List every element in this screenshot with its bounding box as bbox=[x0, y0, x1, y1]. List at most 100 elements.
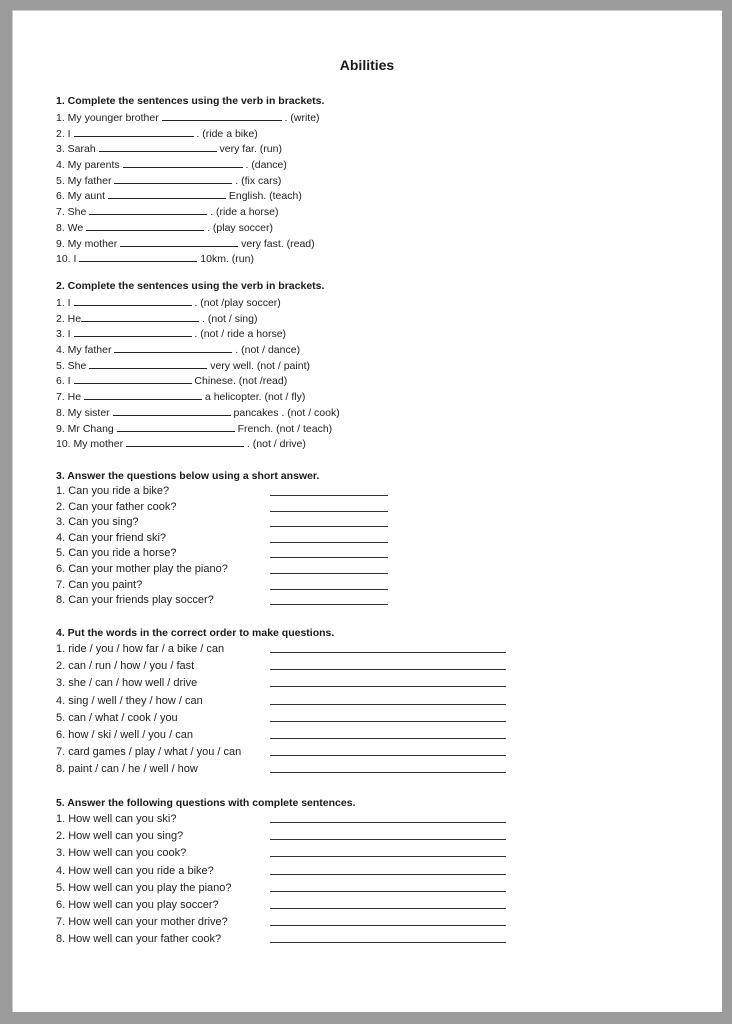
answer-line[interactable] bbox=[270, 744, 506, 757]
answer-line[interactable] bbox=[270, 641, 506, 653]
question-item: 6. Can your mother play the piano? bbox=[56, 562, 388, 578]
answer-line[interactable] bbox=[270, 880, 506, 892]
answer-blank[interactable] bbox=[89, 203, 208, 216]
answer-line[interactable] bbox=[270, 484, 388, 496]
exercise-item: 3. I . (not / ride a horse) bbox=[56, 325, 340, 341]
answer-blank[interactable] bbox=[107, 187, 226, 200]
section-2: 2. Complete the sentences using the verb… bbox=[56, 278, 340, 451]
question-item: 1. Can you ride a bike? bbox=[56, 484, 388, 500]
exercise-item: 1. I . (not /play soccer) bbox=[56, 294, 340, 310]
question-item: 1. How well can you ski? bbox=[56, 811, 506, 828]
question-item: 7. card games / play / what / you / can bbox=[56, 744, 506, 761]
question-item: 3. she / can / how well / drive bbox=[56, 675, 506, 692]
exercise-item: 8. My sister pancakes . (not / cook) bbox=[56, 404, 340, 420]
question-item: 6. how / ski / well / you / can bbox=[56, 727, 506, 744]
exercise-item: 6. I Chinese. (not /read) bbox=[56, 372, 340, 388]
exercise-item: 10. My mother . (not / drive) bbox=[56, 435, 340, 451]
exercise-item: 1. My younger brother . (write) bbox=[56, 109, 324, 125]
answer-blank[interactable] bbox=[79, 250, 198, 263]
section-heading: 1. Complete the sentences using the verb… bbox=[56, 95, 325, 107]
exercise-item: 5. My father . (fix cars) bbox=[56, 172, 324, 188]
question-item: 2. How well can you sing? bbox=[56, 828, 506, 845]
question-item: 5. Can you ride a horse? bbox=[56, 546, 388, 562]
answer-blank[interactable] bbox=[114, 172, 233, 184]
answer-line[interactable] bbox=[270, 693, 506, 705]
exercise-item: 7. He a helicopter. (not / fly) bbox=[56, 388, 340, 404]
section-1: 1. Complete the sentences using the verb… bbox=[56, 93, 324, 266]
answer-line[interactable] bbox=[270, 562, 388, 574]
answer-blank[interactable] bbox=[84, 388, 203, 401]
section-4: 4. Put the words in the correct order to… bbox=[56, 625, 506, 779]
answer-line[interactable] bbox=[270, 675, 506, 688]
answer-line[interactable] bbox=[270, 658, 506, 671]
answer-blank[interactable] bbox=[122, 156, 243, 169]
exercise-item: 10. I 10km. (run) bbox=[56, 250, 324, 266]
answer-blank[interactable] bbox=[120, 235, 239, 247]
question-item: 2. Can your father cook? bbox=[56, 500, 388, 516]
answer-blank[interactable] bbox=[98, 140, 217, 153]
page-title: Abilities bbox=[339, 57, 395, 73]
answer-line[interactable] bbox=[270, 710, 506, 722]
answer-line[interactable] bbox=[270, 531, 388, 543]
question-item: 7. Can you paint? bbox=[56, 578, 388, 594]
section-heading: 5. Answer the following questions with c… bbox=[56, 797, 356, 809]
exercise-item: 8. We . (play soccer) bbox=[56, 219, 324, 235]
exercise-item: 2. He . (not / sing) bbox=[56, 310, 340, 326]
exercise-item: 5. She very well. (not / paint) bbox=[56, 357, 340, 373]
answer-line[interactable] bbox=[270, 811, 506, 823]
question-item: 7. How well can your mother drive? bbox=[56, 914, 506, 931]
section-heading: 2. Complete the sentences using the verb… bbox=[56, 280, 325, 292]
section-heading: 3. Answer the questions below using a sh… bbox=[56, 470, 320, 482]
answer-blank[interactable] bbox=[161, 109, 282, 121]
exercise-item: 9. My mother very fast. (read) bbox=[56, 235, 324, 251]
answer-line[interactable] bbox=[270, 897, 506, 909]
answer-blank[interactable] bbox=[89, 357, 208, 369]
question-item: 3. How well can you cook? bbox=[56, 845, 506, 862]
question-item: 1. ride / you / how far / a bike / can bbox=[56, 641, 506, 658]
answer-blank[interactable] bbox=[73, 325, 192, 338]
answer-blank[interactable] bbox=[114, 341, 233, 354]
answer-blank[interactable] bbox=[73, 294, 192, 306]
answer-line[interactable] bbox=[270, 578, 388, 590]
section-3: 3. Answer the questions below using a sh… bbox=[56, 468, 388, 609]
question-item: 5. can / what / cook / you bbox=[56, 710, 506, 727]
question-item: 8. Can your friends play soccer? bbox=[56, 593, 388, 609]
question-item: 3. Can you sing? bbox=[56, 515, 388, 531]
exercise-item: 3. Sarah very far. (run) bbox=[56, 140, 324, 156]
answer-blank[interactable] bbox=[81, 310, 200, 322]
answer-blank[interactable] bbox=[86, 219, 205, 231]
answer-line[interactable] bbox=[270, 845, 506, 858]
exercise-item: 2. I . (ride a bike) bbox=[56, 125, 324, 141]
worksheet-page: Abilities 1. Complete the sentences usin… bbox=[12, 10, 722, 1012]
answer-line[interactable] bbox=[270, 863, 506, 875]
answer-line[interactable] bbox=[270, 727, 506, 739]
exercise-item: 7. She . (ride a horse) bbox=[56, 203, 324, 219]
question-item: 6. How well can you play soccer? bbox=[56, 897, 506, 914]
exercise-item: 4. My father . (not / dance) bbox=[56, 341, 340, 357]
answer-blank[interactable] bbox=[73, 125, 194, 137]
exercise-item: 6. My aunt English. (teach) bbox=[56, 187, 324, 203]
question-item: 8. paint / can / he / well / how bbox=[56, 761, 506, 778]
exercise-item: 4. My parents . (dance) bbox=[56, 156, 324, 172]
section-5: 5. Answer the following questions with c… bbox=[56, 795, 506, 949]
section-heading: 4. Put the words in the correct order to… bbox=[56, 627, 335, 639]
answer-line[interactable] bbox=[270, 931, 506, 944]
answer-line[interactable] bbox=[270, 761, 506, 774]
question-item: 4. Can your friend ski? bbox=[56, 531, 388, 547]
answer-line[interactable] bbox=[270, 593, 388, 606]
question-item: 2. can / run / how / you / fast bbox=[56, 658, 506, 675]
answer-line[interactable] bbox=[270, 828, 506, 841]
question-item: 8. How well can your father cook? bbox=[56, 931, 506, 948]
question-item: 5. How well can you play the piano? bbox=[56, 880, 506, 897]
answer-blank[interactable] bbox=[116, 420, 235, 432]
question-item: 4. sing / well / they / how / can bbox=[56, 693, 506, 710]
exercise-item: 9. Mr Chang French. (not / teach) bbox=[56, 420, 340, 436]
question-item: 4. How well can you ride a bike? bbox=[56, 863, 506, 880]
answer-line[interactable] bbox=[270, 515, 388, 528]
answer-line[interactable] bbox=[270, 914, 506, 927]
answer-line[interactable] bbox=[270, 500, 388, 512]
answer-blank[interactable] bbox=[112, 404, 231, 416]
answer-blank[interactable] bbox=[126, 435, 245, 448]
answer-line[interactable] bbox=[270, 546, 388, 559]
answer-blank[interactable] bbox=[73, 372, 192, 385]
